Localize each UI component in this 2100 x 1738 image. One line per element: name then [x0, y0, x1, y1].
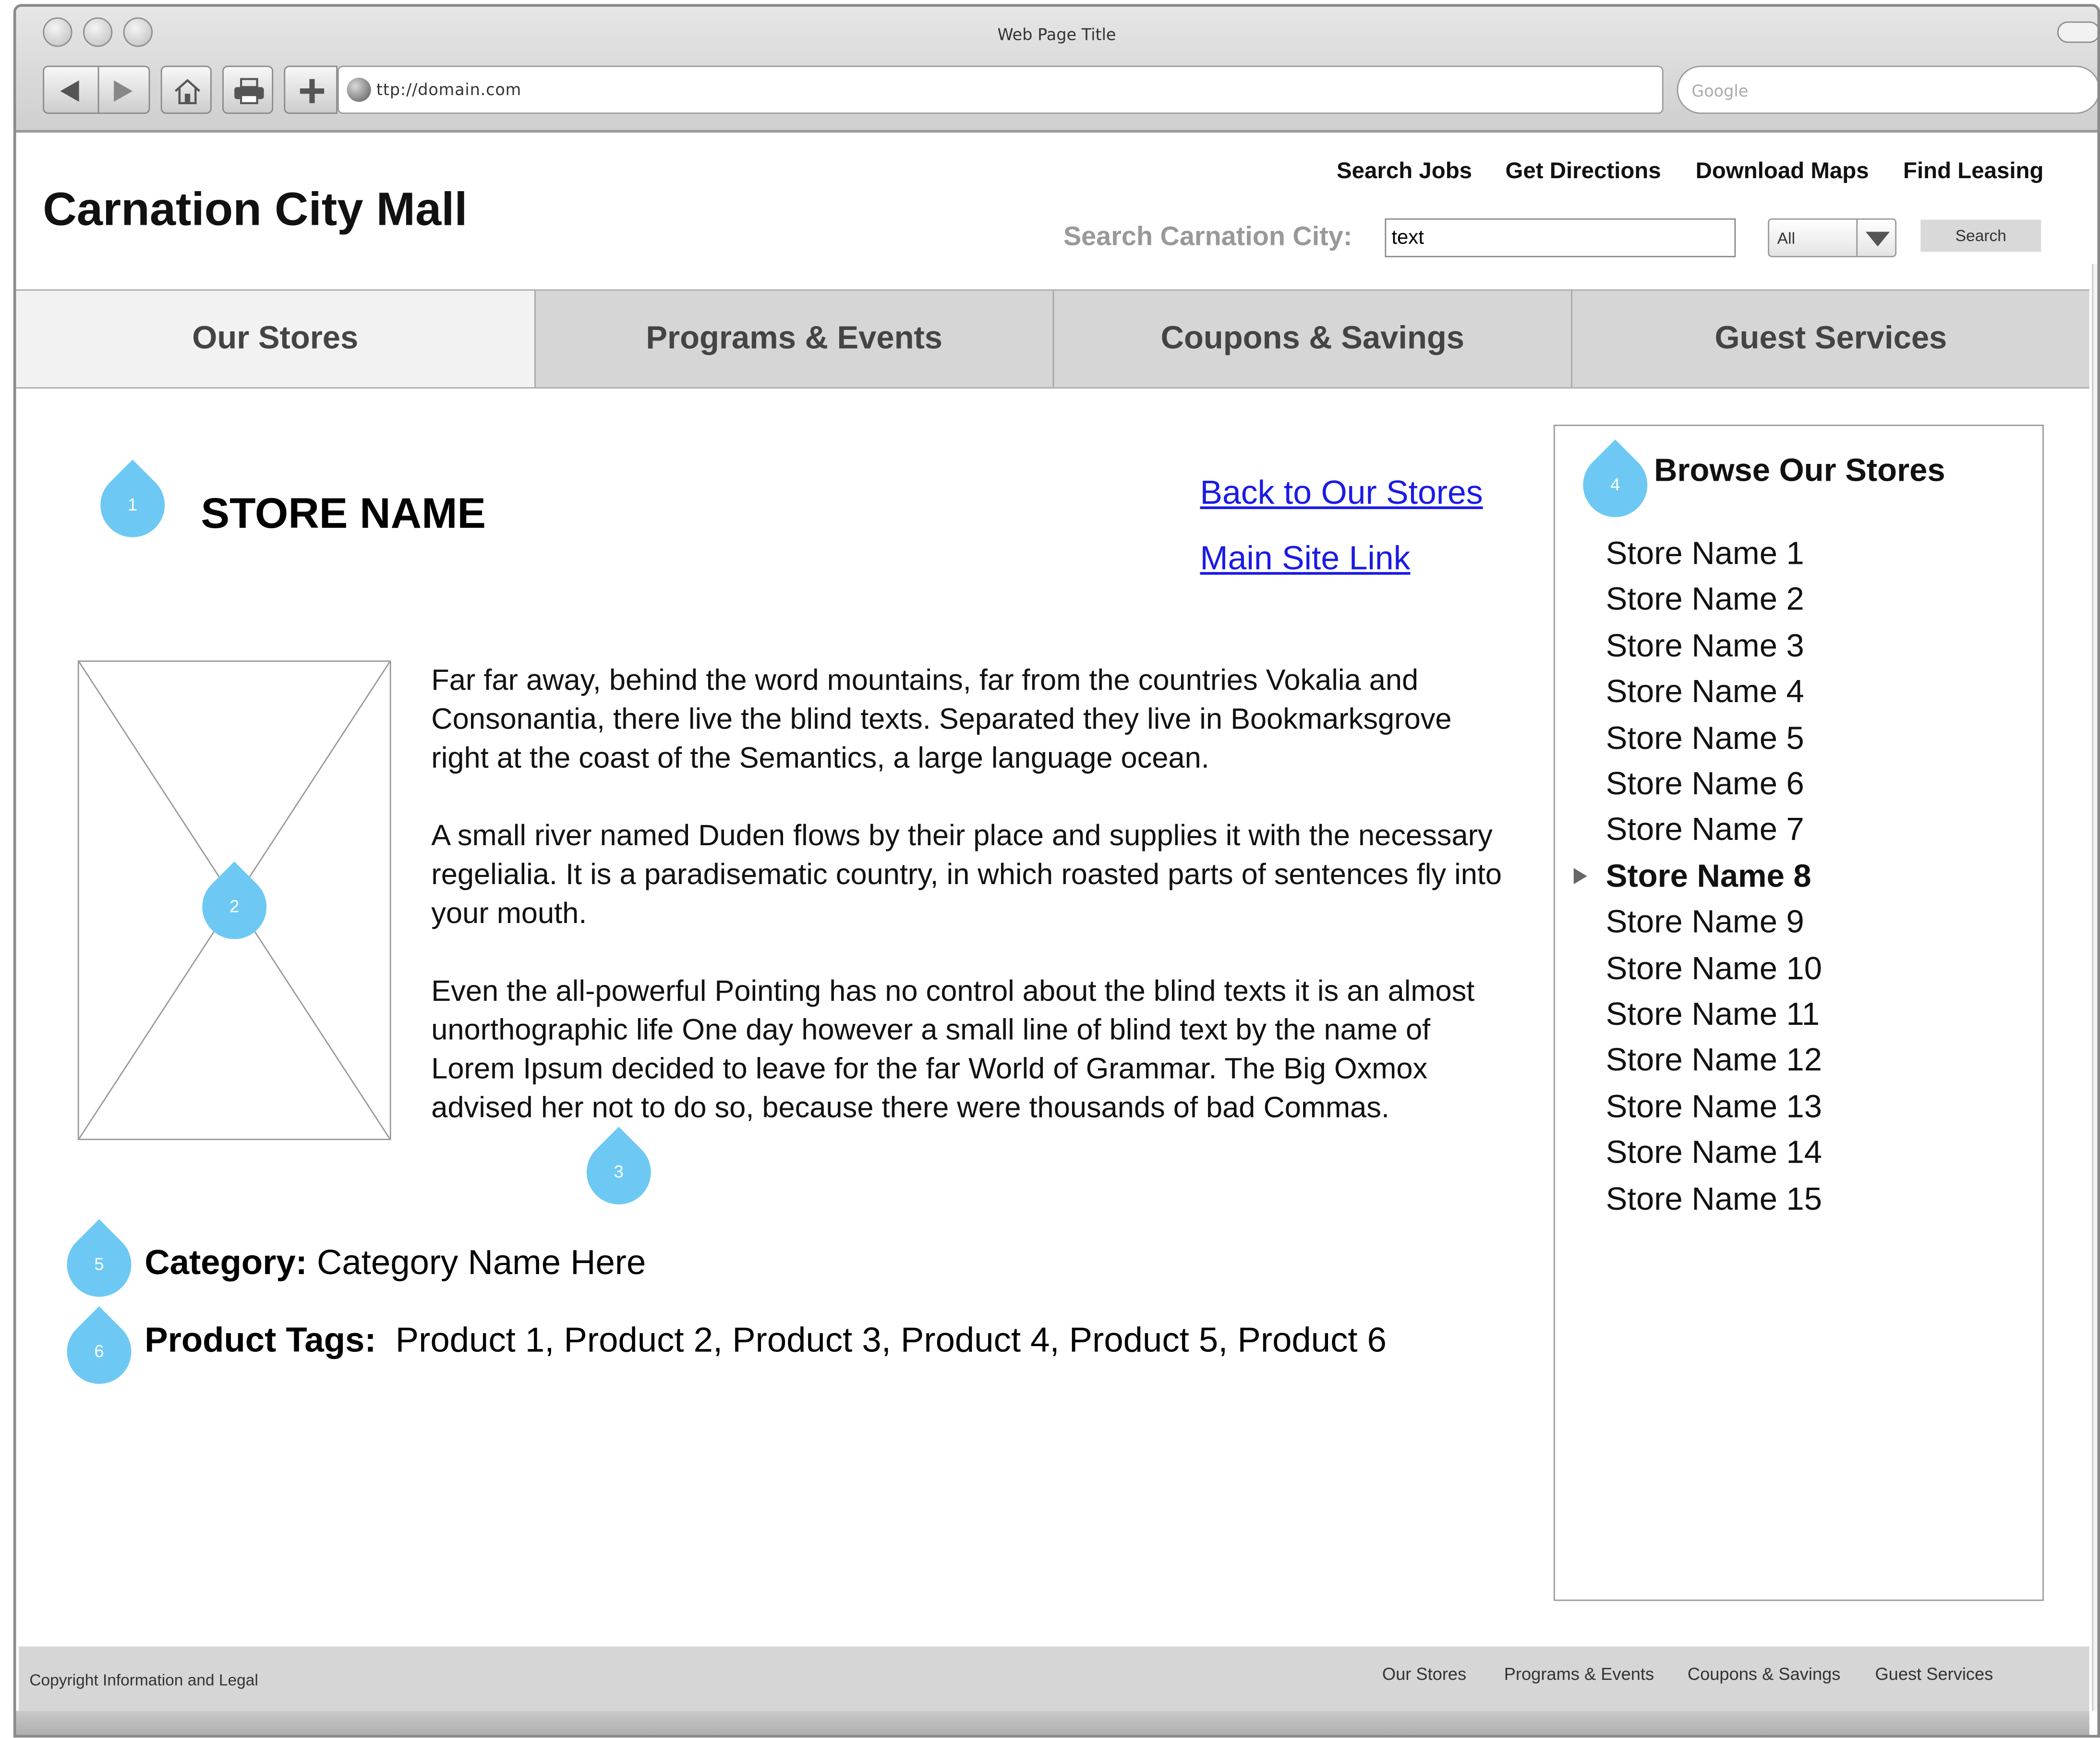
- annotation-marker-5: 5: [53, 1219, 145, 1311]
- footer-link-guest-services[interactable]: Guest Services: [1875, 1664, 1993, 1684]
- site-logo[interactable]: Carnation City Mall: [43, 183, 467, 237]
- toolbar-toggle-button[interactable]: [2057, 21, 2098, 43]
- globe-icon: [347, 77, 371, 102]
- sidebar-store-link[interactable]: Store Name 14: [1606, 1135, 1822, 1172]
- tab-programs-events[interactable]: Programs & Events: [534, 291, 1053, 388]
- add-bookmark-button[interactable]: [284, 65, 338, 114]
- print-button[interactable]: [222, 65, 274, 114]
- search-scope-value: All: [1777, 229, 1796, 248]
- main-nav: Our Stores Programs & Events Coupons & S…: [16, 289, 2089, 389]
- sidebar-store-link[interactable]: Store Name 5: [1606, 720, 1804, 758]
- sidebar-store-link[interactable]: Store Name 2: [1606, 582, 1804, 620]
- browser-toolbar: Web Page Title ttp://domain.com Google: [16, 6, 2098, 133]
- get-directions-link[interactable]: Get Directions: [1506, 158, 1661, 185]
- store-name-heading: STORE NAME: [201, 489, 486, 537]
- browser-window: Web Page Title ttp://domain.com Google C…: [13, 4, 2100, 1738]
- window-title: Web Page Title: [997, 25, 1116, 45]
- sidebar-store-link[interactable]: Store Name 12: [1606, 1043, 1822, 1080]
- site-search-input[interactable]: [1385, 218, 1736, 257]
- tab-our-stores[interactable]: Our Stores: [16, 291, 535, 388]
- browser-status-bar: [16, 1711, 2089, 1735]
- sidebar-store-link[interactable]: Store Name 7: [1606, 813, 1804, 850]
- store-category: Category: Category Name Here: [145, 1242, 646, 1283]
- sidebar-store-link[interactable]: Store Name 1: [1606, 536, 1804, 573]
- browser-search-placeholder: Google: [1691, 82, 1749, 101]
- search-button[interactable]: Search: [1920, 219, 2041, 252]
- annotation-marker-3: 3: [573, 1127, 664, 1218]
- copyright-text: Copyright Information and Legal: [29, 1670, 258, 1689]
- browse-stores-title: Browse Our Stores: [1654, 452, 1945, 489]
- search-scope-select[interactable]: All: [1768, 218, 1897, 257]
- sidebar-store-link[interactable]: Store Name 8: [1606, 859, 1811, 896]
- plus-icon: [300, 79, 325, 103]
- main-site-link[interactable]: Main Site Link: [1200, 540, 1410, 579]
- home-button[interactable]: [160, 65, 212, 114]
- footer-link-coupons-savings[interactable]: Coupons & Savings: [1688, 1664, 1841, 1684]
- category-label: Category:: [145, 1241, 307, 1282]
- annotation-marker-6: 6: [53, 1306, 145, 1398]
- web-page: Carnation City Mall Search Jobs Get Dire…: [16, 135, 2098, 1735]
- sidebar-store-link[interactable]: Store Name 15: [1606, 1181, 1822, 1218]
- home-icon: [174, 79, 201, 105]
- browse-stores-sidebar: 4 Browse Our Stores Store Name 1 Store Na…: [1553, 425, 2044, 1601]
- search-jobs-link[interactable]: Search Jobs: [1337, 158, 1472, 185]
- history-buttons: [43, 65, 150, 114]
- sidebar-store-link[interactable]: Store Name 4: [1606, 674, 1804, 712]
- vertical-scrollbar[interactable]: [2092, 264, 2098, 1711]
- browser-search-field[interactable]: Google: [1677, 65, 2098, 114]
- footer-link-programs-events[interactable]: Programs & Events: [1504, 1664, 1654, 1684]
- sidebar-store-link[interactable]: Store Name 6: [1606, 766, 1804, 804]
- sidebar-store-link[interactable]: Store Name 3: [1606, 628, 1804, 666]
- footer-link-our-stores[interactable]: Our Stores: [1382, 1664, 1466, 1684]
- url-text: ttp://domain.com: [376, 80, 522, 99]
- sidebar-store-link[interactable]: Store Name 10: [1606, 950, 1822, 988]
- printer-icon: [234, 78, 264, 104]
- sidebar-store-link[interactable]: Store Name 11: [1606, 997, 1820, 1034]
- download-maps-link[interactable]: Download Maps: [1696, 158, 1869, 185]
- annotation-marker-2: 2: [189, 861, 280, 953]
- description-paragraph: Even the all-powerful Pointing has no co…: [431, 974, 1475, 1124]
- product-tags-label: Product Tags:: [145, 1319, 376, 1360]
- find-leasing-link[interactable]: Find Leasing: [1903, 158, 2043, 185]
- sidebar-store-link[interactable]: Store Name 13: [1606, 1089, 1822, 1126]
- description-paragraph: A small river named Duden flows by their…: [431, 818, 1502, 930]
- back-to-stores-link[interactable]: Back to Our Stores: [1200, 474, 1483, 513]
- address-bar[interactable]: ttp://domain.com: [337, 65, 1664, 114]
- chevron-down-icon: [1865, 231, 1890, 247]
- triangle-right-icon: [1573, 868, 1587, 885]
- tab-coupons-savings[interactable]: Coupons & Savings: [1052, 291, 1571, 388]
- product-tags: Product Tags: Product 1, Product 2, Prod…: [145, 1320, 1387, 1361]
- category-value: Category Name Here: [317, 1241, 646, 1282]
- back-arrow-icon[interactable]: [55, 78, 84, 105]
- tab-guest-services[interactable]: Guest Services: [1571, 291, 2089, 388]
- sidebar-store-link[interactable]: Store Name 9: [1606, 905, 1804, 942]
- product-tags-value: Product 1, Product 2, Product 3, Product…: [395, 1319, 1387, 1360]
- footer: Copyright Information and Legal Our Stor…: [19, 1646, 2089, 1711]
- site-search-label: Search Carnation City:: [1063, 222, 1352, 252]
- screen: Web Page Title ttp://domain.com Google C…: [0, 0, 2100, 1738]
- store-description: Far far away, behind the word mountains,…: [431, 660, 1503, 1166]
- annotation-marker-4: 4: [1569, 439, 1661, 531]
- description-paragraph: Far far away, behind the word mountains,…: [431, 663, 1452, 775]
- forward-arrow-icon[interactable]: [109, 78, 138, 105]
- annotation-marker-1: 1: [87, 459, 178, 551]
